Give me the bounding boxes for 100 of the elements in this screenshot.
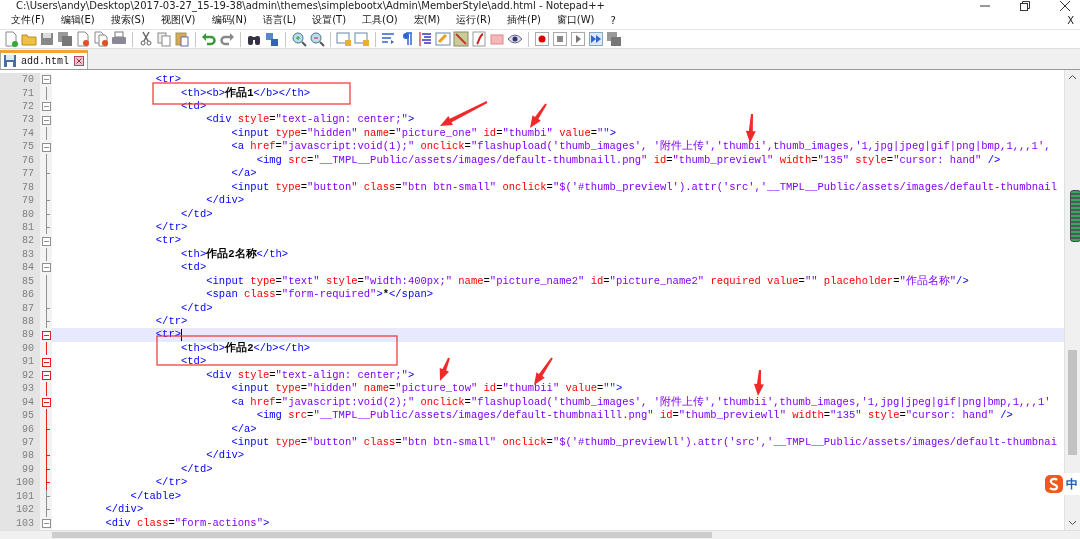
- code-line: <td>: [180, 100, 207, 114]
- file-tab[interactable]: add.html: [0, 50, 88, 70]
- vertical-scrollbar[interactable]: [1064, 70, 1080, 530]
- fold-toggle[interactable]: [41, 518, 51, 528]
- undo-icon[interactable]: [201, 31, 217, 48]
- function-list-icon[interactable]: [471, 31, 487, 48]
- fast-forward-icon[interactable]: [588, 31, 604, 48]
- scroll-down-icon[interactable]: [1068, 520, 1077, 526]
- line-number: 91: [0, 355, 40, 369]
- code-line: </div>: [104, 503, 144, 517]
- code-line: <input type="hidden" name="picture_one" id="thumbi" value="">: [230, 126, 616, 141]
- fold-toggle[interactable]: [41, 263, 51, 273]
- s-logo-icon: [1044, 474, 1064, 495]
- fold-toggle[interactable]: [41, 102, 51, 112]
- fold-toggle[interactable]: [41, 330, 51, 340]
- code-line: <td>: [180, 261, 207, 275]
- window-title: C:\Users\andy\Desktop\2017-03-27_15-19-38\admin\themes\simplebootx\Admin\MemberStyle\add.html - Notepad++: [16, 0, 605, 12]
- code-line: </div>: [205, 194, 245, 208]
- close-tab-icon[interactable]: [74, 56, 84, 67]
- paste-icon[interactable]: [174, 31, 190, 48]
- close-document-button[interactable]: X: [1061, 14, 1080, 26]
- fold-toggle[interactable]: [41, 357, 51, 367]
- close-icon[interactable]: [1060, 1, 1070, 11]
- copy-icon[interactable]: [156, 31, 172, 48]
- code-line: <th>作品2名称</th>: [180, 247, 289, 262]
- play-icon[interactable]: [570, 31, 586, 48]
- arrow: [530, 103, 547, 129]
- menu-item[interactable]: 搜索(S): [105, 13, 150, 28]
- line-number: 93: [0, 382, 40, 396]
- panel-icon[interactable]: [435, 31, 451, 48]
- line-number: 86: [0, 288, 40, 302]
- scroll-thumb[interactable]: [1068, 350, 1077, 456]
- indent-guide-icon[interactable]: [417, 31, 433, 48]
- line-number: 100: [0, 476, 40, 490]
- code-line: </tr>: [154, 220, 188, 235]
- code-line: </tr>: [154, 476, 188, 490]
- menu-item[interactable]: 视图(V): [155, 13, 201, 28]
- line-number: 70: [0, 73, 40, 87]
- code-line: <input type="text" style="width:400px;" name="picture_name2" id="picture_name2" required value="" placeholder="作品名称"/>: [205, 274, 969, 289]
- restore-icon[interactable]: [1020, 1, 1030, 11]
- replace-icon[interactable]: [264, 31, 280, 48]
- close-file-icon[interactable]: [75, 31, 91, 48]
- code-line: <span class="form-required">*</span>: [205, 288, 434, 302]
- code-line: </tr>: [154, 315, 188, 329]
- menu-item[interactable]: ?: [605, 14, 621, 26]
- menu-item[interactable]: 插件(P): [502, 13, 546, 28]
- fold-toggle[interactable]: [41, 142, 51, 152]
- scroll-up-icon[interactable]: [1068, 74, 1077, 81]
- save-macro-icon[interactable]: [606, 31, 622, 48]
- code-line: </a>: [230, 422, 257, 436]
- code-line: <tr>: [154, 328, 182, 342]
- code-line: <a href="javascript:void(2);" onclick="flashupload('thumb_images', '附件上传','thumbii',thumb_images,'1,jpg|jpeg|gif|png|bmp,1,,,1': [230, 395, 1051, 410]
- code-line: <div class="form-actions">: [104, 516, 270, 530]
- code-line: <div style="text-align: center;">: [205, 368, 415, 383]
- line-number: 79: [0, 194, 40, 208]
- menu-item[interactable]: 编码(N): [206, 13, 252, 28]
- redo-icon[interactable]: [219, 31, 235, 48]
- code-line: </a>: [230, 167, 257, 181]
- scroll-thumb[interactable]: [52, 532, 712, 538]
- open-folder-icon[interactable]: [21, 31, 37, 48]
- side-panel-handle[interactable]: [1070, 190, 1080, 243]
- menu-item[interactable]: 设置(T): [307, 13, 352, 28]
- fold-toggle[interactable]: [41, 75, 51, 85]
- menu-item[interactable]: 窗口(W): [551, 13, 600, 28]
- fold-toggle[interactable]: [41, 397, 51, 407]
- menu-item[interactable]: 语言(L): [257, 13, 302, 28]
- input-method-indicator[interactable]: 中: [1042, 473, 1080, 496]
- code-line: <input type="hidden" name="picture_tow" id="thumbii" value="">: [230, 382, 623, 396]
- line-number: 73: [0, 113, 40, 127]
- fold-toggle[interactable]: [41, 115, 51, 125]
- zoom-out-icon[interactable]: [309, 31, 325, 48]
- record-icon[interactable]: [534, 31, 550, 48]
- fold-toggle[interactable]: [41, 370, 51, 380]
- menu-item[interactable]: 文件(F): [6, 13, 50, 28]
- code-line: <div style="text-align: center;">: [205, 113, 415, 127]
- close-all-icon[interactable]: [93, 31, 109, 48]
- line-number: 89: [0, 328, 40, 342]
- code-line: </td>: [180, 462, 213, 477]
- save-all-icon[interactable]: [57, 31, 73, 48]
- zoom-in-icon[interactable]: [291, 31, 307, 48]
- code-line: </td>: [180, 207, 213, 221]
- fold-toggle[interactable]: [41, 236, 51, 246]
- line-number: 77: [0, 167, 40, 181]
- text-cursor: [181, 329, 183, 342]
- save-icon[interactable]: [39, 31, 55, 48]
- horizontal-scrollbar[interactable]: [0, 530, 1080, 539]
- menu-item[interactable]: 运行(R): [451, 13, 496, 28]
- menu-item[interactable]: 工具(O): [357, 13, 403, 28]
- line-number: 84: [0, 261, 40, 275]
- menu-item[interactable]: 编辑(E): [55, 13, 100, 28]
- new-file-icon[interactable]: [3, 31, 19, 48]
- code-line: <img src="__TMPL__Public/assets/images/default-thumbnaill.png" id="thumb_previewl" width="135" style="cursor: hand" />: [255, 153, 1001, 168]
- stop-icon[interactable]: [552, 31, 568, 48]
- code-line: <a href="javascript:void(1);" onclick="flashupload('thumb_images', '附件上传','thumbi',thumb_images,'1,jpg|jpeg|gif|png|bmp,1,,,1',: [230, 140, 1051, 154]
- menu-item[interactable]: 宏(M): [408, 13, 446, 28]
- code-line: <th><b>作品2</b></th>: [180, 341, 311, 356]
- line-number: 88: [0, 315, 40, 329]
- code-line: <input type="button" class="btn btn-small" onclick="$('#thumb_previewll').attr('src','__TMPL__Public/assets/images/default-thumbnai: [230, 435, 1057, 450]
- scissors-icon[interactable]: [138, 31, 154, 48]
- code-line: </td>: [180, 301, 213, 315]
